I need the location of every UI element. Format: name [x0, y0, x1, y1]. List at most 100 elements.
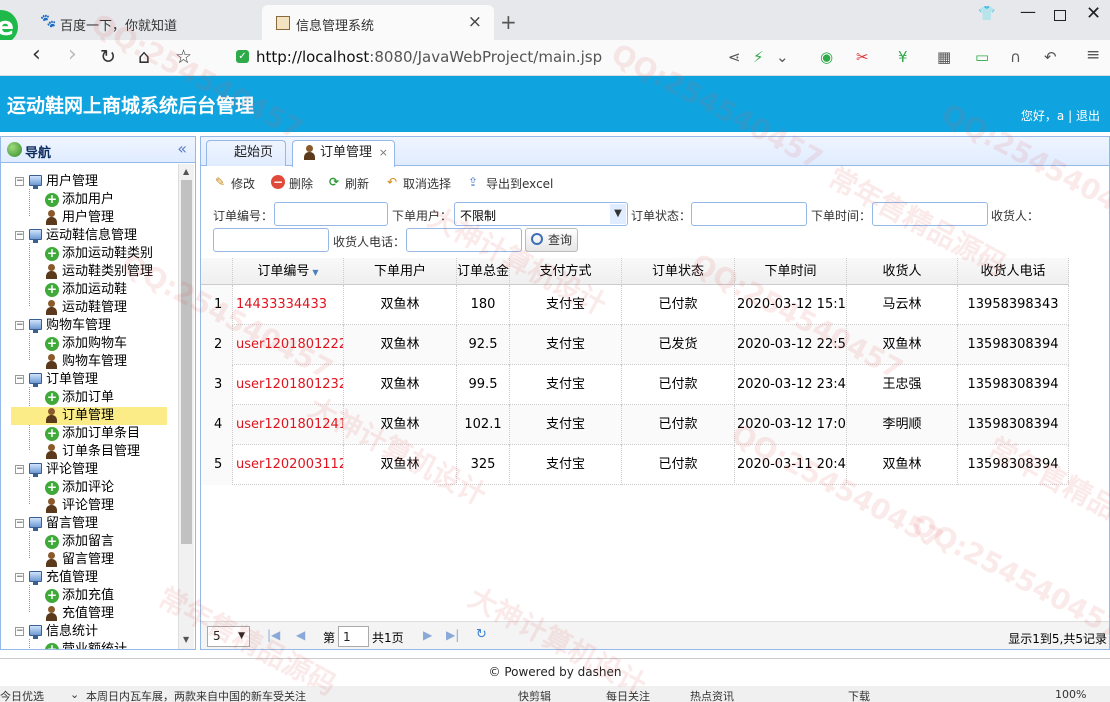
- next-page-icon[interactable]: ▶: [423, 628, 432, 642]
- tab-order-manage[interactable]: 订单管理 ×: [292, 140, 395, 167]
- collapse-toggle-icon[interactable]: −: [15, 465, 24, 474]
- url-field[interactable]: ✓ http://localhost:8080/JavaWebProject/m…: [228, 43, 808, 71]
- receiver-input[interactable]: [213, 228, 329, 252]
- chevron-down-icon[interactable]: ⌄: [776, 48, 789, 66]
- cancel-select-button[interactable]: ↶ 取消选择: [385, 175, 451, 192]
- column-header[interactable]: 收货人: [847, 258, 958, 285]
- delete-label: 删除: [289, 177, 314, 191]
- status-quick-edit[interactable]: 快剪辑: [518, 688, 551, 702]
- table-cell-user: 双鱼林: [344, 365, 457, 405]
- edit-button[interactable]: ✎ 修改: [213, 175, 255, 192]
- collapse-toggle-icon[interactable]: −: [15, 519, 24, 528]
- collapse-icon[interactable]: «: [177, 139, 187, 158]
- sidebar-title: 导航: [25, 146, 52, 161]
- collapse-toggle-icon[interactable]: −: [15, 231, 24, 240]
- close-tab-icon[interactable]: ×: [379, 141, 388, 165]
- status-daily[interactable]: 每日关注: [606, 688, 650, 702]
- column-header-label: 支付方式: [539, 264, 592, 279]
- extension-green-icon[interactable]: ◉: [820, 48, 833, 66]
- scroll-thumb[interactable]: [181, 180, 192, 544]
- search-button[interactable]: 查询: [525, 228, 578, 252]
- column-header[interactable]: 支付方式: [510, 258, 622, 285]
- status-today-pick[interactable]: 今日优选: [0, 688, 44, 702]
- browser-tab-baidu[interactable]: 🐾 百度一下，你就知道: [26, 5, 262, 40]
- first-page-icon[interactable]: |◀: [267, 628, 280, 642]
- nav-item[interactable]: 订单管理: [11, 407, 167, 425]
- status-download[interactable]: 下载: [848, 688, 870, 702]
- table-row[interactable]: 5 user12020031120 双鱼林 325 支付宝 已付款 2020-03-11 2…: [201, 445, 1069, 485]
- column-header[interactable]: 订单状态: [622, 258, 735, 285]
- nav-label: 运动鞋管理: [62, 300, 128, 315]
- collapse-toggle-icon[interactable]: −: [15, 573, 24, 582]
- shirt-icon[interactable]: 👕: [978, 6, 995, 22]
- column-header[interactable]: 下单时间: [735, 258, 847, 285]
- order-time-input[interactable]: [872, 202, 988, 226]
- logout-link[interactable]: 退出: [1076, 109, 1100, 123]
- share-icon[interactable]: ⋖: [728, 48, 741, 66]
- forward-icon[interactable]: ›: [68, 42, 77, 67]
- prev-page-icon[interactable]: ◀: [296, 628, 305, 642]
- table-row[interactable]: 1 14433334433 双鱼林 180 支付宝 已付款 2020-03-12 15:13…: [201, 285, 1069, 325]
- scroll-up-icon[interactable]: ▲: [183, 167, 189, 176]
- table-row[interactable]: 3 user12018012323 双鱼林 99.5 支付宝 已付款 2020-03-12 …: [201, 365, 1069, 405]
- chevron-down-icon[interactable]: ▼: [610, 204, 626, 224]
- collapse-toggle-icon[interactable]: −: [15, 375, 24, 384]
- export-excel-button[interactable]: ⇪ 导出到excel: [466, 175, 553, 192]
- table-cell-total: 102.1: [457, 405, 510, 445]
- sidebar-scrollbar[interactable]: ▲ ▼: [178, 164, 194, 649]
- reload-icon[interactable]: ↻: [100, 46, 116, 68]
- table-row[interactable]: 4 user12018012417 双鱼林 102.1 支付宝 已付款 2020-03-12…: [201, 405, 1069, 445]
- grid-header: 订单编号 ▼ 下单用户 订单总金 支付方式 订单状态 下单时间 收货人 收货人电话: [201, 258, 1069, 285]
- last-page-icon[interactable]: ▶|: [446, 628, 459, 642]
- column-header-label: 收货人电话: [980, 264, 1046, 279]
- close-window-icon[interactable]: ✕: [1086, 3, 1101, 24]
- headphones-icon[interactable]: ∩: [1010, 48, 1021, 66]
- add-icon: +: [45, 390, 59, 405]
- minimize-icon[interactable]: —: [1020, 2, 1036, 21]
- user-icon: [45, 300, 58, 315]
- battery-icon[interactable]: ▭: [975, 48, 989, 66]
- page-size-select[interactable]: 5 ▼: [207, 626, 250, 647]
- column-header[interactable]: 下单用户: [344, 258, 457, 285]
- expand-icon[interactable]: ⌄: [70, 688, 79, 701]
- status-hot[interactable]: 热点资讯: [690, 688, 734, 702]
- apps-grid-icon[interactable]: ▦: [937, 48, 951, 66]
- tab-home[interactable]: 起始页: [206, 140, 286, 166]
- column-header[interactable]: 订单编号 ▼: [233, 258, 344, 285]
- column-header[interactable]: 收货人电话: [958, 258, 1069, 285]
- column-header-label: 下单用户: [373, 264, 426, 279]
- column-header[interactable]: 订单总金: [457, 258, 510, 285]
- close-tab-icon[interactable]: ×: [468, 12, 482, 32]
- collapse-toggle-icon[interactable]: −: [15, 177, 24, 186]
- order-user-select[interactable]: 不限制 ▼: [454, 202, 628, 226]
- order-no-input[interactable]: [274, 202, 388, 226]
- favorite-star-icon[interactable]: ☆: [175, 46, 192, 68]
- home-icon[interactable]: ⌂: [138, 46, 150, 68]
- status-news[interactable]: 本周日内瓦车展，两款来自中国的新车受关注: [86, 688, 306, 702]
- secure-shield-icon: ✓: [236, 50, 249, 63]
- undo-icon[interactable]: ↶: [1044, 48, 1057, 66]
- menu-icon[interactable]: ≡: [1086, 45, 1100, 65]
- collapse-toggle-icon[interactable]: −: [15, 321, 24, 330]
- collapse-toggle-icon[interactable]: −: [15, 627, 24, 636]
- table-row[interactable]: 2 user12018012222 双鱼林 92.5 支付宝 已发货 2020-03-12 …: [201, 325, 1069, 365]
- page-number-input[interactable]: 1: [338, 626, 369, 647]
- back-icon[interactable]: ‹: [32, 42, 41, 67]
- refresh-button[interactable]: ⟳ 刷新: [327, 175, 369, 192]
- delete-button[interactable]: − 删除: [271, 175, 313, 192]
- maximize-icon[interactable]: [1054, 10, 1066, 21]
- scroll-down-icon[interactable]: ▼: [183, 635, 189, 644]
- new-tab-button[interactable]: +: [500, 10, 517, 34]
- scissors-icon[interactable]: ✂: [856, 48, 869, 66]
- browser-tab-active[interactable]: 信息管理系统 ×: [262, 5, 494, 40]
- status-zoom[interactable]: 100%: [1055, 688, 1086, 701]
- phone-input[interactable]: [406, 228, 522, 252]
- column-header-label: 订单编号: [257, 264, 310, 279]
- lightning-icon[interactable]: ⚡: [753, 48, 764, 66]
- yen-icon[interactable]: ¥: [898, 48, 908, 66]
- tree-line: [29, 243, 30, 306]
- order-status-input[interactable]: [691, 202, 807, 226]
- table-cell-order-no: user12018012222: [233, 325, 344, 365]
- reload-page-icon[interactable]: ↻: [476, 627, 487, 642]
- pagination-bar: 5 ▼ |◀ ◀ 第 1 共1页 ▶ ▶| ↻ 显示1到5,共5记录: [201, 621, 1109, 649]
